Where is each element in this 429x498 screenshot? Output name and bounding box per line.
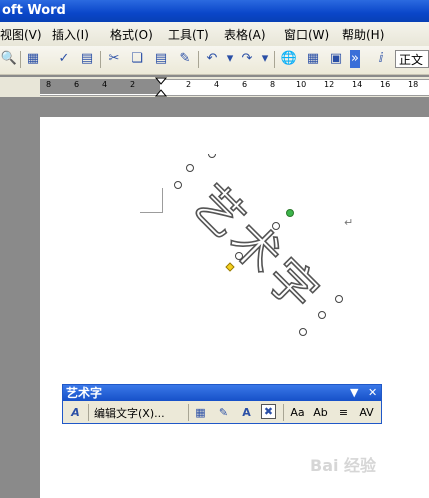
- toolbar-options-icon[interactable]: ▼: [350, 385, 358, 401]
- cut-icon[interactable]: ✂: [105, 50, 123, 68]
- toolbar-separator: [100, 51, 101, 68]
- menu-insert[interactable]: 插入(I): [52, 26, 89, 43]
- wordart-object[interactable]: 艺术字: [168, 154, 358, 344]
- vertical-text-icon[interactable]: Ab: [312, 404, 329, 421]
- copy-icon[interactable]: ❏: [128, 50, 146, 68]
- toolbar-separator: [198, 51, 199, 68]
- ruler-tick: 4: [214, 80, 220, 89]
- wordart-gallery-icon[interactable]: ▦: [192, 404, 209, 421]
- ruler-tick: 2: [186, 80, 192, 89]
- format-wordart-icon[interactable]: ✎: [215, 404, 232, 421]
- style-dropdown[interactable]: 正文: [395, 50, 429, 68]
- horizontal-ruler[interactable]: 8 6 4 2 2 4 6 8 10 12 14 16 18: [0, 77, 429, 97]
- window-title: oft Word: [2, 3, 66, 18]
- toolbar-options-icon[interactable]: »: [350, 50, 360, 68]
- toolbar-separator: [274, 51, 275, 68]
- close-icon[interactable]: ✕: [368, 385, 377, 401]
- edit-text-button[interactable]: 编辑文字(X)...: [94, 405, 165, 421]
- indent-marker-icon[interactable]: [155, 77, 167, 97]
- menu-format[interactable]: 格式(O): [110, 26, 153, 43]
- tables-borders-icon[interactable]: ▦: [304, 50, 322, 68]
- margin-corner-mark: [140, 188, 163, 213]
- wordart-text: 艺术字: [182, 175, 332, 325]
- ruler-tick: 8: [270, 80, 276, 89]
- hyperlink-icon[interactable]: 🌐: [280, 50, 298, 68]
- ruler-tick: 12: [324, 80, 335, 89]
- ruler-margin: [40, 79, 160, 94]
- redo-dropdown-icon[interactable]: ▾: [256, 50, 274, 68]
- wordart-shape-icon[interactable]: A: [238, 404, 255, 421]
- character-spacing-icon[interactable]: AV: [358, 404, 375, 421]
- insert-wordart-icon[interactable]: A: [67, 404, 84, 421]
- menu-window[interactable]: 窗口(W): [284, 26, 329, 43]
- research-book-icon[interactable]: ▤: [78, 50, 96, 68]
- toolbar-separator: [283, 404, 284, 421]
- menu-bar: 视图(V) 插入(I) 格式(O) 工具(T) 表格(A) 窗口(W) 帮助(H…: [0, 22, 429, 47]
- menu-view[interactable]: 视图(V): [0, 26, 42, 43]
- rotation-handle-icon[interactable]: [286, 209, 294, 217]
- ruler-tick: 16: [380, 80, 391, 89]
- toolbar-separator: [20, 51, 21, 68]
- ruler-tick: 8: [46, 80, 52, 89]
- menu-table[interactable]: 表格(A): [224, 26, 266, 43]
- ruler-tick: 18: [408, 80, 419, 89]
- ruler-tick: 4: [102, 80, 108, 89]
- insert-table-icon[interactable]: ▣: [327, 50, 345, 68]
- ruler-tick: 6: [74, 80, 80, 89]
- title-bar: oft Word: [0, 0, 429, 22]
- same-letter-heights-icon[interactable]: Aa: [289, 404, 306, 421]
- alignment-icon[interactable]: ≡: [335, 404, 352, 421]
- watermark: Bai 经验: [310, 456, 377, 475]
- text-wrapping-icon[interactable]: ✖: [261, 404, 276, 419]
- standard-toolbar: 🔍 ▦ ✓ ▤ ✂ ❏ ▤ ✎ ↶ ▾ ↷ ▾ 🌐 ▦ ▣ » ⅈ: [0, 46, 429, 75]
- format-painter-icon[interactable]: ✎: [176, 50, 194, 68]
- paste-icon[interactable]: ▤: [152, 50, 170, 68]
- print-preview-icon[interactable]: 🔍: [0, 50, 18, 68]
- ruler-tick: 6: [242, 80, 248, 89]
- ruler-tick: 14: [352, 80, 363, 89]
- menu-help[interactable]: 帮助(H): [342, 26, 384, 43]
- toolbar-separator: [188, 404, 189, 421]
- undo-dropdown-icon[interactable]: ▾: [221, 50, 239, 68]
- wordart-toolbar-body: A 编辑文字(X)... ▦ ✎ A ✖ Aa Ab ≡ AV: [63, 401, 381, 423]
- ruler-tick: 2: [130, 80, 136, 89]
- research-icon[interactable]: ▦: [24, 50, 42, 68]
- wordart-toolbar-title-bar[interactable]: 艺术字 ▼ ✕: [63, 385, 381, 401]
- menu-tools[interactable]: 工具(T): [168, 26, 209, 43]
- wordart-toolbar-title: 艺术字: [66, 386, 103, 400]
- spelling-icon[interactable]: ✓: [55, 50, 73, 68]
- styles-formatting-icon[interactable]: ⅈ: [372, 50, 390, 68]
- wordart-toolbar: 艺术字 ▼ ✕ A 编辑文字(X)... ▦ ✎ A ✖ Aa Ab ≡ AV: [62, 384, 382, 424]
- toolbar-separator: [88, 404, 89, 421]
- undo-icon[interactable]: ↶: [203, 50, 221, 68]
- ruler-tick: 10: [296, 80, 307, 89]
- redo-icon[interactable]: ↷: [238, 50, 256, 68]
